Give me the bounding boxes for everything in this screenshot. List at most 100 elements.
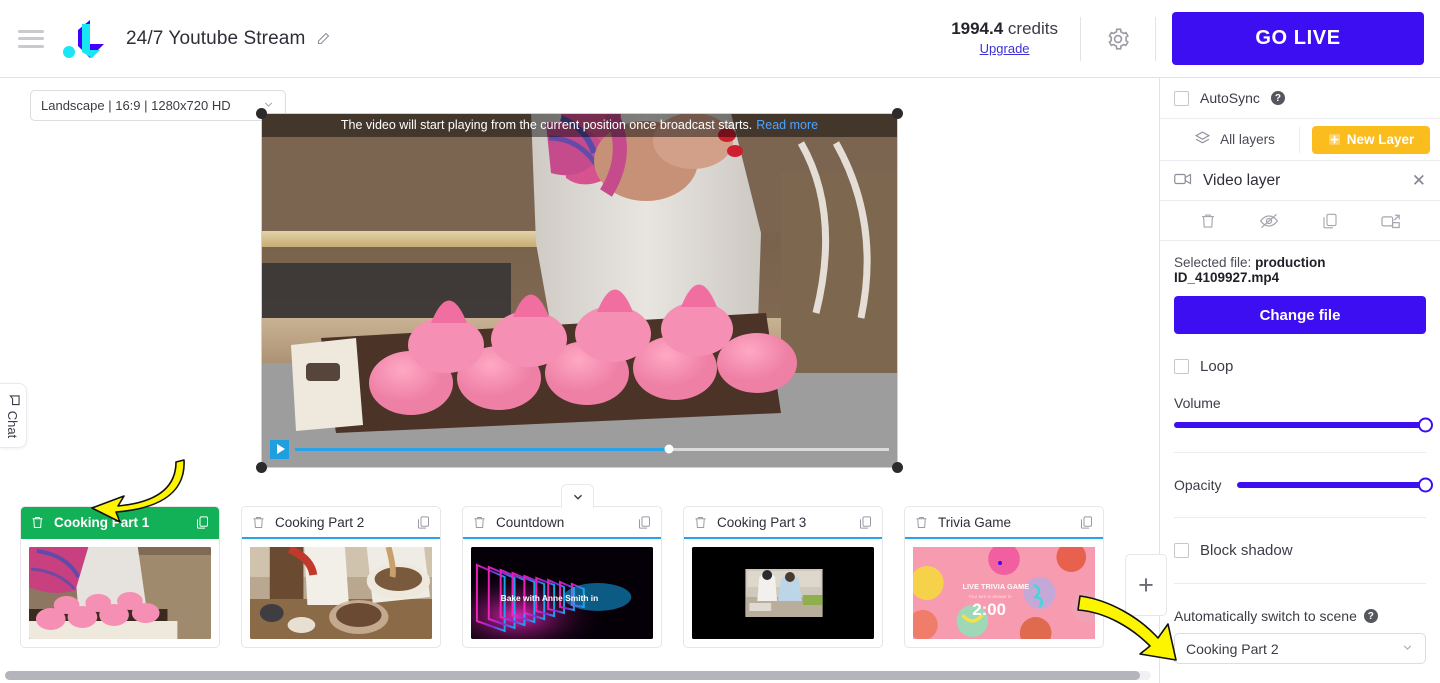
scene-card-header: Countdown [463,507,661,539]
autosync-row: AutoSync ? [1160,78,1440,119]
plus-square-icon [1328,133,1341,146]
block-shadow-label: Block shadow [1200,542,1293,559]
scene-card[interactable]: Trivia Game LIVE TRIVIA GAME Your turn t… [904,506,1104,648]
resize-handle-top-right[interactable] [892,108,903,119]
svg-text:Your turn to answer in: Your turn to answer in [968,594,1012,599]
scene-thumbnail[interactable] [29,547,211,639]
autosync-checkbox[interactable] [1174,91,1189,106]
scenes-scrollbar-thumb[interactable] [5,671,1140,680]
aspect-ratio-value: Landscape | 16:9 | 1280x720 HD [41,98,231,113]
trash-icon[interactable] [472,515,487,530]
auto-switch-select[interactable]: Cooking Part 2 [1174,633,1426,664]
collapse-panel-button[interactable] [561,484,594,508]
trash-icon[interactable] [914,515,929,530]
volume-slider-knob[interactable] [1418,418,1433,433]
scene-thumbnail[interactable] [692,547,874,639]
video-progress-knob[interactable] [665,445,674,454]
app-body: Landscape | 16:9 | 1280x720 HD [0,78,1440,683]
video-player-controls[interactable] [270,440,889,458]
block-shadow-row: Block shadow [1174,542,1426,559]
video-stage[interactable]: The video will start playing from the cu… [261,113,898,468]
scene-card-header: Cooking Part 1 [21,507,219,539]
scenes-strip: Cooking Part 1 Cooking Part 2 [0,496,1159,683]
divider-1 [1174,452,1426,453]
info-banner-text: The video will start playing from the cu… [341,118,752,132]
layer-title-row: Video layer ✕ [1160,161,1440,201]
scene-card[interactable]: Countdown Bake with Anne Smith in [462,506,662,648]
app-logo-icon[interactable] [60,18,112,60]
selected-file-label: Selected file: [1174,255,1251,270]
close-icon[interactable]: ✕ [1412,172,1426,189]
video-preview[interactable]: The video will start playing from the cu… [261,113,898,468]
opacity-label: Opacity [1174,477,1221,493]
block-shadow-checkbox[interactable] [1174,543,1189,558]
layers-toolbar-divider [1299,127,1300,153]
scene-name-label: Countdown [496,515,637,530]
help-icon[interactable]: ? [1364,609,1378,623]
svg-text:LIVE TRIVIA GAME: LIVE TRIVIA GAME [962,582,1029,591]
credits-block: 1994.4 credits Upgrade [951,19,1080,58]
chat-tab[interactable]: Chat [0,383,27,448]
page-title: 24/7 Youtube Stream [126,28,305,50]
add-scene-button[interactable]: + [1125,554,1167,616]
go-live-button[interactable]: GO LIVE [1172,12,1424,65]
opacity-slider[interactable] [1237,482,1426,488]
read-more-link[interactable]: Read more [756,118,818,132]
loop-checkbox[interactable] [1174,359,1189,374]
gear-icon[interactable] [1081,26,1155,52]
copy-icon[interactable] [1321,212,1339,230]
info-banner: The video will start playing from the cu… [261,113,898,137]
layer-title-label: Video layer [1203,172,1401,190]
layer-settings: Selected file: production ID_4109927.mp4… [1160,241,1440,664]
resize-handle-bottom-right[interactable] [892,462,903,473]
trash-icon[interactable] [693,515,708,530]
aspect-ratio-select[interactable]: Landscape | 16:9 | 1280x720 HD [30,90,286,121]
editor-left-pane: Landscape | 16:9 | 1280x720 HD [0,78,1160,683]
layer-properties-panel: AutoSync ? All layers [1160,78,1440,683]
video-progress-fill [295,448,669,451]
autosync-label: AutoSync [1200,90,1260,106]
auto-switch-value: Cooking Part 2 [1186,641,1279,657]
all-layers-button[interactable]: All layers [1170,130,1299,150]
resize-handle-top-left[interactable] [256,108,267,119]
scene-name-label: Cooking Part 2 [275,515,416,530]
resize-handle-bottom-left[interactable] [256,462,267,473]
volume-label: Volume [1174,395,1426,411]
scenes-scrollbar[interactable] [5,671,1151,680]
help-icon[interactable]: ? [1271,91,1285,105]
header-divider-2 [1155,17,1156,61]
credits-line: 1994.4 credits [951,19,1058,39]
volume-slider[interactable] [1174,422,1426,428]
scene-card[interactable]: Cooking Part 3 [683,506,883,648]
scene-thumbnail[interactable]: Bake with Anne Smith in [471,547,653,639]
new-layer-button[interactable]: New Layer [1312,126,1430,154]
trash-icon[interactable] [30,515,45,530]
scenes-list: Cooking Part 1 Cooking Part 2 [0,506,1159,671]
pencil-edit-icon[interactable] [316,31,331,46]
video-progress-track[interactable] [295,448,889,451]
hamburger-menu-icon[interactable] [18,30,44,48]
trash-icon[interactable] [251,515,266,530]
opacity-slider-knob[interactable] [1418,478,1433,493]
copy-icon[interactable] [637,515,652,530]
trash-icon[interactable] [1199,212,1217,230]
upgrade-link[interactable]: Upgrade [980,41,1030,56]
play-icon[interactable] [270,440,289,459]
layer-actions-row [1160,201,1440,241]
copy-icon[interactable] [1079,515,1094,530]
copy-icon[interactable] [195,515,210,530]
scene-thumbnail[interactable]: LIVE TRIVIA GAME Your turn to answer in … [913,547,1095,639]
scene-thumbnail[interactable] [250,547,432,639]
copy-icon[interactable] [858,515,873,530]
scene-card[interactable]: Cooking Part 2 [241,506,441,648]
all-layers-label: All layers [1220,132,1275,147]
svg-text:Bake with Anne Smith in: Bake with Anne Smith in [501,593,599,603]
change-file-button[interactable]: Change file [1174,296,1426,334]
scene-card-header: Cooking Part 2 [242,507,440,539]
copy-icon[interactable] [416,515,431,530]
scene-card[interactable]: Cooking Part 1 [20,506,220,648]
auto-switch-label: Automatically switch to scene [1174,608,1357,624]
opacity-control: Opacity [1174,477,1426,493]
eye-slash-icon[interactable] [1259,211,1279,231]
copy-to-scenes-icon[interactable] [1381,212,1401,230]
